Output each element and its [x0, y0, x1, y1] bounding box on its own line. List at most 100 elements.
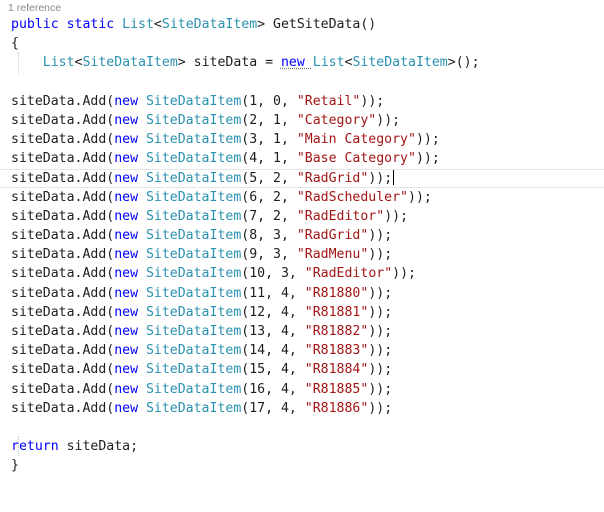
- code-token-kw: new: [114, 170, 146, 186]
- text-caret: [393, 170, 395, 185]
- codelens-references[interactable]: 1 reference: [8, 1, 61, 15]
- code-token-str: "RadMenu": [296, 247, 369, 263]
- code-line[interactable]: public static List<SiteDataItem> GetSite…: [11, 15, 604, 34]
- code-token-kw: return: [11, 439, 67, 455]
- code-token-str: "RadEditor": [304, 266, 393, 282]
- code-token-ty: SiteDataItem: [145, 304, 242, 320]
- code-token-pl: siteData.Add(: [11, 362, 115, 378]
- code-line[interactable]: siteData.Add(new SiteDataItem(16, 4, "R8…: [11, 380, 604, 399]
- code-token-ty: SiteDataItem: [145, 93, 242, 109]
- code-token-pl: (12, 4,: [241, 304, 305, 320]
- code-line[interactable]: siteData.Add(new SiteDataItem(9, 3, "Rad…: [11, 245, 604, 264]
- code-token-pl: siteData.Add(: [11, 285, 115, 301]
- code-editor[interactable]: 1 reference public static List<SiteDataI…: [0, 0, 604, 512]
- code-line[interactable]: }: [11, 456, 604, 475]
- code-token-kw: new: [114, 132, 146, 148]
- code-token-pl: (7, 2,: [241, 208, 297, 224]
- code-token-pl: (16, 4,: [241, 381, 305, 397]
- code-token-pl: > siteData =: [177, 55, 281, 71]
- code-token-ty: SiteDataItem: [145, 285, 242, 301]
- code-token-kw: new: [114, 285, 146, 301]
- code-token-ty: SiteDataItem: [145, 228, 242, 244]
- code-token-kw: new: [114, 189, 146, 205]
- code-token-ty: SiteDataItem: [145, 247, 242, 263]
- code-token-ty: SiteDataItem: [82, 55, 178, 71]
- code-token-pl: {: [11, 36, 19, 52]
- code-token-pl: (8, 3,: [241, 228, 297, 244]
- code-token-pl: ));: [368, 381, 393, 397]
- code-line[interactable]: siteData.Add(new SiteDataItem(2, 1, "Cat…: [11, 111, 604, 130]
- code-token-pl: (11, 4,: [241, 285, 305, 301]
- code-token-pl: ));: [415, 132, 440, 148]
- code-line[interactable]: [11, 73, 604, 92]
- code-token-str: "RadGrid": [296, 170, 369, 186]
- code-token-pl: siteData.Add(: [11, 247, 115, 263]
- code-token-ty: SiteDataItem: [145, 266, 242, 282]
- code-token-str: "R81883": [304, 343, 369, 359]
- code-line[interactable]: return siteData;: [11, 437, 604, 456]
- code-line[interactable]: siteData.Add(new SiteDataItem(8, 3, "Rad…: [11, 226, 604, 245]
- code-token-pl: ));: [392, 266, 416, 282]
- code-token-kw: new: [114, 247, 146, 263]
- code-token-pl: siteData.Add(: [11, 208, 115, 224]
- code-line[interactable]: siteData.Add(new SiteDataItem(14, 4, "R8…: [11, 341, 604, 360]
- code-token-ty: List: [42, 55, 75, 71]
- code-token-pl: siteData.Add(: [11, 189, 115, 205]
- code-token-ty: SiteDataItem: [145, 400, 242, 416]
- code-line[interactable]: [11, 418, 604, 437]
- code-line[interactable]: siteData.Add(new SiteDataItem(4, 1, "Bas…: [11, 149, 604, 168]
- code-token-pl: ));: [376, 112, 401, 128]
- code-line[interactable]: siteData.Add(new SiteDataItem(12, 4, "R8…: [11, 303, 604, 322]
- code-token-kw: new: [280, 55, 313, 71]
- code-token-str: "R81886": [304, 400, 369, 416]
- code-line[interactable]: siteData.Add(new SiteDataItem(10, 3, "Ra…: [11, 264, 604, 283]
- code-token-ty: SiteDataItem: [145, 324, 242, 339]
- code-token-pl: siteData.Add(: [11, 324, 115, 339]
- code-token-pl: (14, 4,: [241, 343, 305, 359]
- code-token-kw: new: [114, 151, 146, 167]
- code-token-pl: (1, 0,: [241, 93, 297, 109]
- code-token-str: "R81881": [304, 304, 369, 320]
- code-token-pl: (9, 3,: [241, 247, 297, 263]
- code-line[interactable]: siteData.Add(new SiteDataItem(11, 4, "R8…: [11, 284, 604, 303]
- code-token-pl: (4, 1,: [241, 151, 297, 167]
- code-token-kw: new: [114, 266, 146, 282]
- code-token-kw: new: [114, 228, 146, 244]
- code-token-pl: ));: [368, 228, 393, 244]
- code-lines[interactable]: public static List<SiteDataItem> GetSite…: [0, 15, 604, 476]
- code-token-str: "R81884": [304, 362, 369, 378]
- code-line[interactable]: siteData.Add(new SiteDataItem(13, 4, "R8…: [11, 322, 604, 341]
- code-token-pl: ));: [368, 343, 393, 359]
- code-token-kw: new: [114, 381, 146, 397]
- code-line[interactable]: siteData.Add(new SiteDataItem(5, 2, "Rad…: [0, 168, 604, 188]
- code-token-kw: public static: [11, 17, 123, 32]
- code-line[interactable]: List<SiteDataItem> siteData = new List<S…: [11, 53, 604, 72]
- code-token-pl: siteData.Add(: [11, 228, 115, 244]
- code-line[interactable]: siteData.Add(new SiteDataItem(15, 4, "R8…: [11, 360, 604, 379]
- code-token-pl: ));: [415, 151, 440, 167]
- code-token-pl: siteData.Add(: [11, 132, 115, 148]
- code-token-str: "Category": [296, 112, 377, 128]
- code-line[interactable]: siteData.Add(new SiteDataItem(1, 0, "Ret…: [11, 92, 604, 111]
- code-token-pl: (13, 4,: [241, 324, 305, 339]
- code-token-str: "Base Category": [296, 151, 416, 167]
- code-line[interactable]: siteData.Add(new SiteDataItem(17, 4, "R8…: [11, 399, 604, 418]
- code-token-str: "RadGrid": [296, 228, 369, 244]
- code-token-kw: new: [114, 304, 146, 320]
- code-token-pl: ));: [368, 324, 393, 339]
- code-token-ty: List: [122, 17, 154, 32]
- code-line[interactable]: siteData.Add(new SiteDataItem(7, 2, "Rad…: [11, 207, 604, 226]
- code-token-ty: SiteDataItem: [145, 170, 242, 186]
- code-token-pl: (6, 2,: [241, 189, 297, 205]
- code-token-ty: SiteDataItem: [145, 189, 242, 205]
- code-token-pl: (2, 1,: [241, 112, 297, 128]
- code-token-pl: siteData.Add(: [11, 381, 115, 397]
- code-token-ty: SiteDataItem: [161, 17, 258, 32]
- code-token-ty: SiteDataItem: [145, 343, 242, 359]
- code-line[interactable]: siteData.Add(new SiteDataItem(6, 2, "Rad…: [11, 188, 604, 207]
- code-line[interactable]: siteData.Add(new SiteDataItem(3, 1, "Mai…: [11, 130, 604, 149]
- code-token-pl: siteData.Add(: [11, 170, 115, 186]
- code-line[interactable]: {: [11, 34, 604, 53]
- code-token-pl: siteData.Add(: [11, 151, 115, 167]
